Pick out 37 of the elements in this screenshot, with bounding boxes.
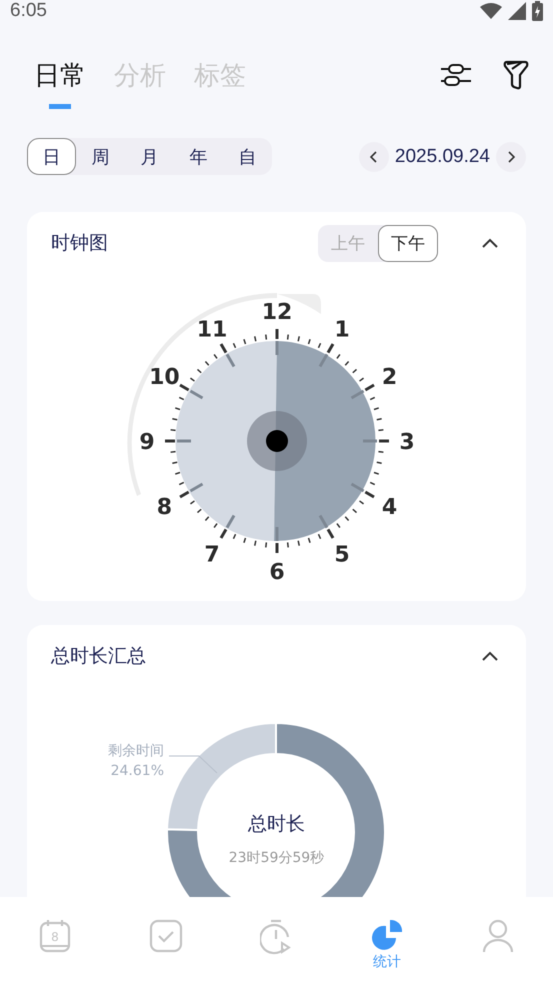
- card-title: 总时长汇总: [51, 644, 147, 669]
- nav-label: 统计: [373, 953, 402, 971]
- hour-label: 5: [334, 542, 350, 568]
- battery-icon: [532, 1, 543, 21]
- status-time: 6:05: [10, 0, 47, 22]
- chevron-left-icon: [370, 150, 378, 162]
- donut-center-value: 23时59分59秒: [228, 849, 324, 867]
- previous-date-button[interactable]: [358, 142, 389, 172]
- hour-label: 6: [268, 560, 284, 584]
- date-label: 2025.09.24: [394, 146, 490, 168]
- leader-line: [168, 756, 218, 774]
- slice-label: 剩余时间: [108, 743, 164, 759]
- range-option[interactable]: 日: [27, 138, 76, 175]
- range-option[interactable]: 自: [223, 138, 272, 175]
- hour-label: 11: [196, 317, 227, 342]
- signal-icon: [508, 2, 526, 20]
- hour-label: 2: [381, 365, 397, 390]
- hour-label: 10: [148, 365, 180, 390]
- calendar-icon: 8: [39, 919, 72, 953]
- next-date-button[interactable]: [496, 142, 526, 172]
- range-option[interactable]: 月: [125, 138, 174, 175]
- card-title: 时钟图: [51, 231, 109, 256]
- hour-label: 12: [261, 300, 292, 325]
- hour-label: 9: [138, 430, 154, 455]
- donut-center-title: 总时长: [248, 812, 305, 837]
- hour-label: 1: [334, 317, 350, 342]
- slice-value: 24.61%: [110, 763, 164, 779]
- hour-label: 8: [156, 495, 172, 520]
- hour-label: 4: [381, 495, 397, 520]
- wifi-icon: [480, 3, 502, 19]
- period-option[interactable]: 下午: [378, 224, 438, 262]
- range-option[interactable]: 年: [174, 138, 223, 175]
- tab[interactable]: 日常: [34, 58, 86, 109]
- chevron-right-icon: [507, 150, 515, 162]
- hour-label: 7: [204, 542, 220, 568]
- range-option[interactable]: 周: [76, 138, 125, 175]
- hour-label: 3: [398, 430, 414, 455]
